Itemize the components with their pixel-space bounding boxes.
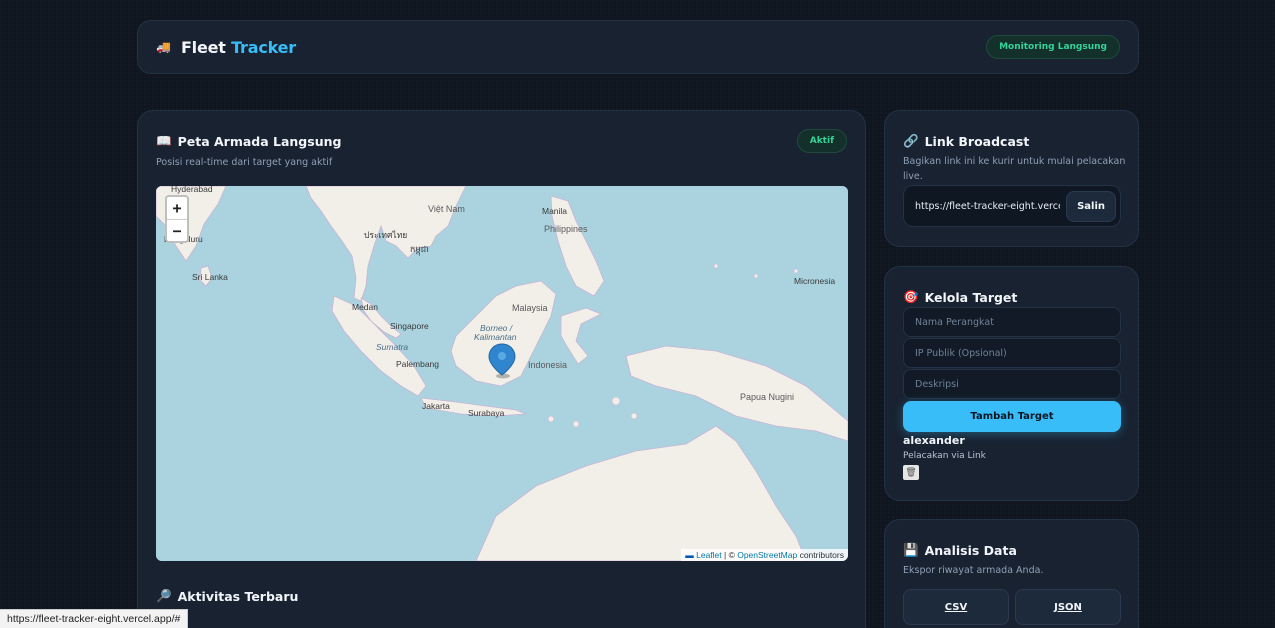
recent-activity-title: 🔎 Aktivitas Terbaru <box>156 588 299 604</box>
broadcast-link-box: https://fleet-tracker-eight.vercel.app/t… <box>903 185 1121 227</box>
app-header: 🚚 Fleet Tracker Monitoring Langsung <box>137 20 1139 74</box>
map-attribution: ▬ Leaflet | © OpenStreetMap contributors <box>681 549 848 561</box>
monitoring-status-badge: Monitoring Langsung <box>986 35 1120 59</box>
map-label-malaysia: Malaysia <box>512 303 548 313</box>
map-label-surabaya: Surabaya <box>468 408 505 418</box>
target-item-method: Pelacakan via Link <box>903 451 986 461</box>
map-label-medan: Medan <box>352 302 378 312</box>
map-card-title: 📖 Peta Armada Langsung <box>156 133 342 149</box>
map-card-subtitle: Posisi real-time dari target yang aktif <box>156 157 333 168</box>
broadcast-url[interactable]: https://fleet-tracker-eight.vercel.app/t… <box>915 201 1060 212</box>
map-label-thailand: ประเทศไทย <box>364 230 408 240</box>
broadcast-link-card: 🔗 Link Broadcast Bagikan link ini ke kur… <box>884 110 1139 247</box>
manage-target-card: 🎯 Kelola Target Tambah Target alexander … <box>884 266 1139 501</box>
floppy-disk-icon: 💾 <box>903 542 919 557</box>
map-label-kalimantan: Kalimantan <box>474 332 517 342</box>
leaflet-link[interactable]: Leaflet <box>696 550 722 560</box>
fleet-map-card: 📖 Peta Armada Langsung Posisi real-time … <box>137 110 866 628</box>
map-label-micronesia: Micronesia <box>794 276 836 286</box>
target-item-name: alexander <box>903 434 965 447</box>
analysis-title: 💾 Analisis Data <box>903 542 1017 558</box>
target-title: 🎯 Kelola Target <box>903 289 1018 305</box>
map-label-sri-lanka: Sri Lanka <box>192 272 228 282</box>
live-map[interactable]: Hyderabad Bengaluru Sri Lanka Việt Nam ป… <box>156 186 848 561</box>
map-label-singapore: Singapore <box>390 321 429 331</box>
export-json-button[interactable]: JSON <box>1015 589 1121 625</box>
map-book-icon: 📖 <box>156 133 172 148</box>
map-label-sumatra: Sumatra <box>376 342 409 352</box>
map-tiles <box>156 186 848 561</box>
zoom-in-button[interactable]: + <box>167 197 187 219</box>
link-icon: 🔗 <box>903 133 919 148</box>
map-label-jakarta: Jakarta <box>422 401 450 411</box>
map-label-viet-nam: Việt Nam <box>428 204 465 214</box>
zoom-control: + − <box>165 195 189 243</box>
device-name-input[interactable] <box>903 307 1121 337</box>
broadcast-subtitle: Bagikan link ini ke kurir untuk mulai pe… <box>903 156 1126 182</box>
map-label-hyderabad: Hyderabad <box>171 186 213 194</box>
truck-icon: 🚚 <box>156 40 171 54</box>
export-csv-button[interactable]: CSV <box>903 589 1009 625</box>
analysis-subtitle: Ekspor riwayat armada Anda. <box>903 565 1044 576</box>
osm-link[interactable]: OpenStreetMap <box>737 550 797 560</box>
data-analysis-card: 💾 Analisis Data Ekspor riwayat armada An… <box>884 519 1139 628</box>
brand[interactable]: 🚚 Fleet Tracker <box>156 38 296 57</box>
copy-link-button[interactable]: Salin <box>1066 190 1116 222</box>
app-title: Fleet Tracker <box>180 37 296 57</box>
map-label-manila: Manila <box>542 206 568 216</box>
map-label-papua: Papua Nugini <box>740 392 795 402</box>
target-icon: 🎯 <box>903 289 919 304</box>
zoom-out-button[interactable]: − <box>167 219 187 241</box>
map-label-palembang: Palembang <box>396 359 440 369</box>
delete-target-icon[interactable]: 🗑 <box>903 465 919 480</box>
map-label-indonesia: Indonesia <box>528 360 568 370</box>
map-label-cambodia: កម្ពុជា <box>410 244 429 254</box>
magnifier-icon: 🔎 <box>156 588 172 603</box>
public-ip-input[interactable] <box>903 338 1121 368</box>
browser-status-url: https://fleet-tracker-eight.vercel.app/# <box>0 609 189 628</box>
ukraine-flag-icon: ▬ <box>685 550 694 560</box>
map-label-philippines: Philippines <box>544 224 588 234</box>
active-status-badge: Aktif <box>796 129 847 153</box>
add-target-button[interactable]: Tambah Target <box>903 401 1121 432</box>
broadcast-title: 🔗 Link Broadcast <box>903 133 1030 149</box>
description-input[interactable] <box>903 369 1121 399</box>
